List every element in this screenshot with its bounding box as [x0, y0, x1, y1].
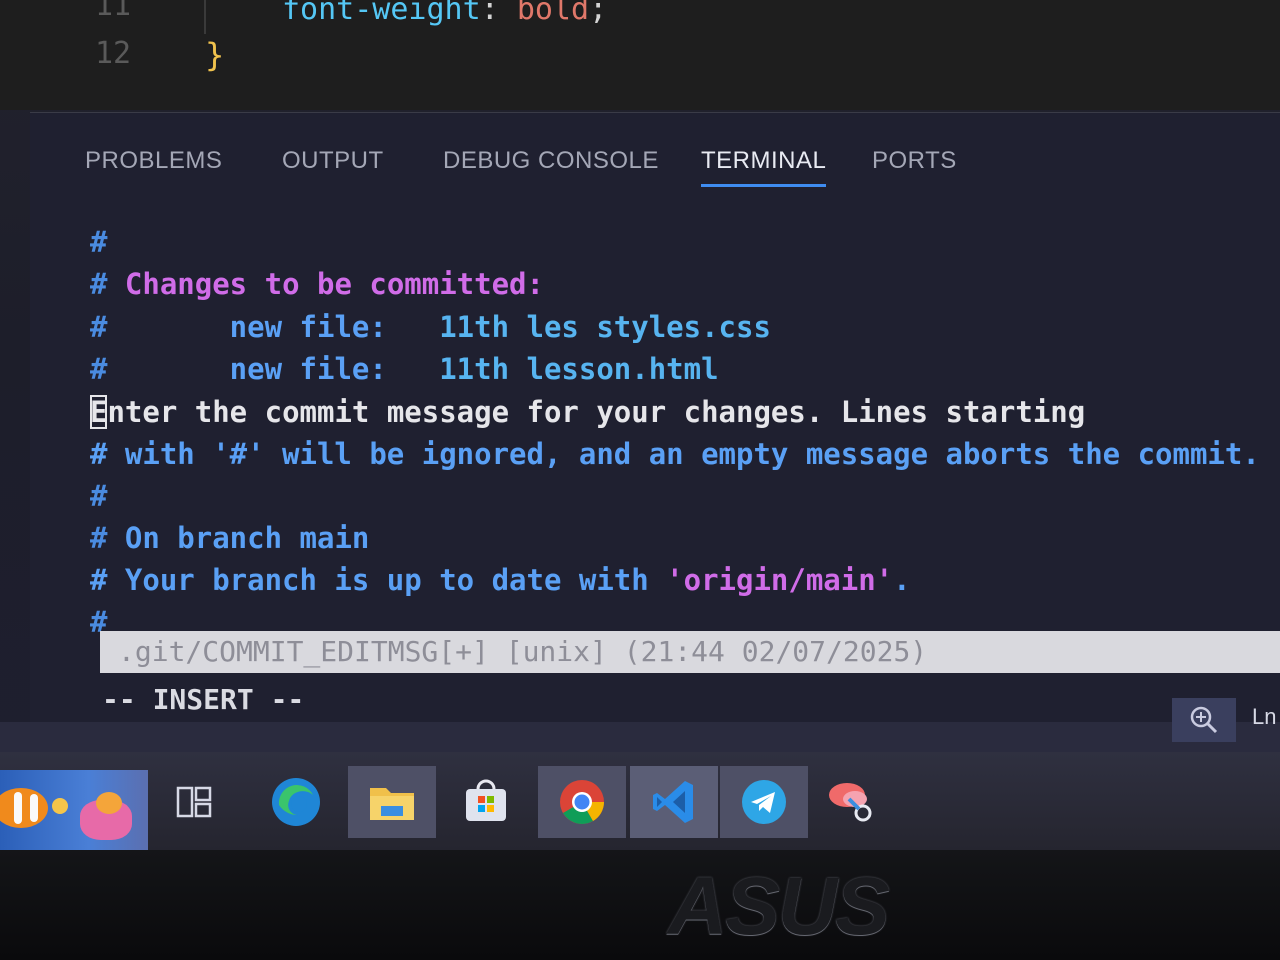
indent-guide: [204, 0, 206, 34]
terminal-line: Enter the commit message for your change…: [90, 395, 1085, 429]
snipping-tool-button[interactable]: [808, 766, 896, 838]
task-view-button[interactable]: [150, 766, 238, 838]
bottom-panel: PROBLEMS OUTPUT DEBUG CONSOLE TERMINAL P…: [30, 112, 1280, 723]
comment-hash: #: [90, 521, 108, 555]
vim-mode-indicator: -- INSERT --: [102, 683, 305, 716]
tab-terminal-label: TERMINAL: [701, 147, 827, 174]
changes-heading: Changes to be committed:: [107, 267, 544, 301]
code-line-11[interactable]: font-weight: bold;: [282, 0, 607, 27]
comment-hash: #: [90, 267, 108, 301]
chrome-icon: [560, 780, 604, 824]
line-position-label[interactable]: Ln: [1252, 704, 1276, 730]
css-colon: :: [480, 0, 499, 27]
new-file-label: new file:: [107, 310, 387, 344]
period: .: [893, 563, 911, 597]
line-number: 12: [95, 36, 132, 71]
chrome-button[interactable]: [538, 766, 626, 838]
staged-file: 11th lesson.html: [386, 352, 719, 386]
css-property: font-weight: [282, 0, 481, 27]
line-number: 11: [95, 0, 132, 23]
file-explorer-button[interactable]: [348, 766, 436, 838]
screen: 11 12 font-weight: bold; } PROBLEMS OUTP…: [0, 0, 1280, 850]
terminal-line: #: [90, 225, 108, 259]
comment-hash: #: [90, 352, 108, 386]
branch-info: On branch main: [107, 521, 370, 555]
css-value: bold: [516, 0, 590, 27]
asus-logo: ASUS: [668, 861, 890, 952]
edge-button[interactable]: [252, 766, 340, 838]
terminal-line: #: [90, 479, 108, 513]
edge-icon: [272, 778, 320, 826]
snipping-tool-icon: [829, 783, 872, 822]
commit-instructions: nter the commit message for your changes…: [107, 395, 1086, 429]
folder-icon: [370, 788, 414, 820]
telegram-button[interactable]: [720, 766, 808, 838]
active-tab-indicator: [701, 184, 827, 187]
terminal-line: # new file: 11th lesson.html: [90, 352, 719, 386]
telegram-icon: [742, 780, 786, 824]
vscode-button[interactable]: [630, 766, 718, 838]
panel-tabs: PROBLEMS OUTPUT DEBUG CONSOLE TERMINAL P…: [30, 113, 1280, 213]
terminal-line: # Your branch is up to date with 'origin…: [90, 563, 911, 597]
microsoft-store-button[interactable]: [442, 766, 530, 838]
remote-branch: 'origin/main': [666, 563, 894, 597]
laptop-bezel: [0, 850, 1280, 960]
vscode-icon: [653, 781, 693, 823]
store-icon: [466, 779, 506, 821]
tab-problems[interactable]: PROBLEMS: [85, 147, 222, 175]
zoom-button[interactable]: [1172, 698, 1236, 742]
terminal-line: # Changes to be committed:: [90, 267, 544, 301]
vim-statusline: .git/COMMIT_EDITMSG[+] [unix] (21:44 02/…: [100, 631, 1280, 673]
tab-output[interactable]: OUTPUT: [282, 147, 384, 175]
code-line-12[interactable]: }: [205, 36, 224, 74]
css-semicolon: ;: [589, 0, 608, 27]
branch-status: # Your branch is up to date with: [90, 563, 667, 597]
comment-hash: #: [90, 310, 108, 344]
new-file-label: new file:: [107, 352, 387, 386]
tab-debug-console[interactable]: DEBUG CONSOLE: [443, 147, 659, 175]
staged-file: 11th les styles.css: [386, 310, 771, 344]
vscode-status-bar: [0, 722, 1280, 752]
terminal-line: # with '#' will be ignored, and an empty…: [90, 437, 1260, 471]
text-cursor: E: [90, 395, 108, 429]
widgets-button[interactable]: [0, 770, 148, 850]
zoom-in-icon: [1190, 706, 1218, 734]
tab-ports[interactable]: PORTS: [872, 147, 957, 175]
taskbar: [0, 752, 1280, 850]
code-editor[interactable]: 11 12 font-weight: bold; }: [0, 0, 1280, 110]
terminal-line: # new file: 11th les styles.css: [90, 310, 771, 344]
task-view-icon: [176, 786, 212, 818]
tab-terminal[interactable]: TERMINAL: [701, 147, 827, 187]
terminal-line: # On branch main: [90, 521, 369, 555]
